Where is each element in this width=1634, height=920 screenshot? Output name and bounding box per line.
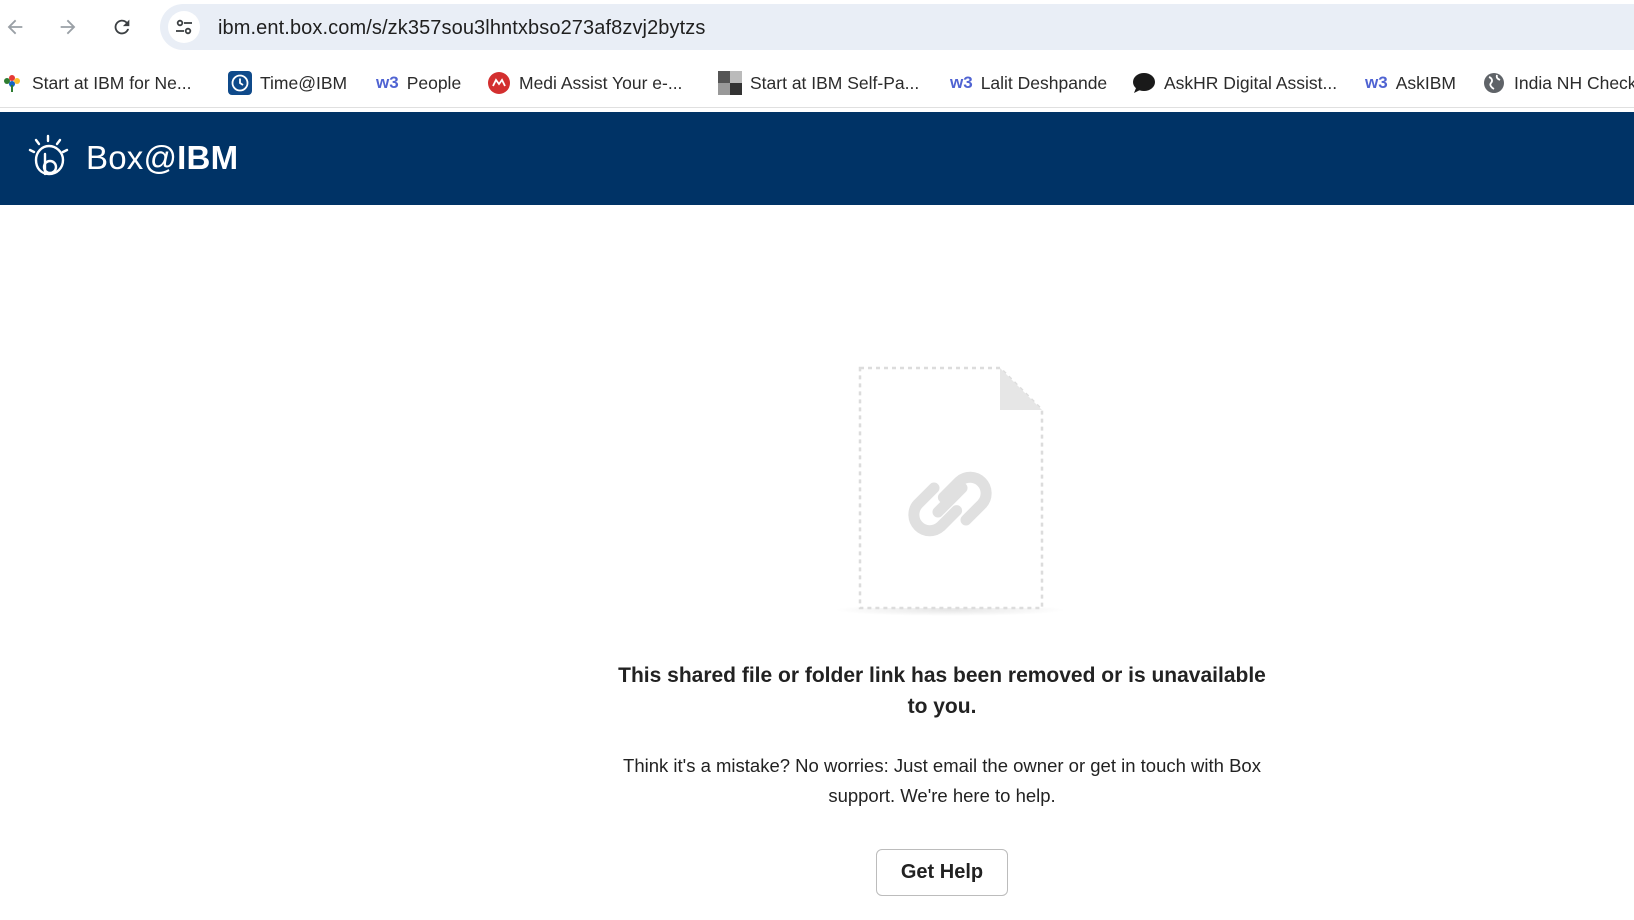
- back-button[interactable]: [0, 9, 33, 45]
- flower-icon: [0, 71, 24, 95]
- w3-icon: w3: [950, 73, 973, 92]
- forward-button[interactable]: [50, 9, 86, 45]
- pixel-grid-icon: [718, 71, 742, 95]
- app-header: Box@IBM: [0, 112, 1634, 205]
- address-bar[interactable]: ibm.ent.box.com/s/zk357sou3lhntxbso273af…: [160, 4, 1634, 50]
- bookmark-label: AskHR Digital Assist...: [1164, 72, 1338, 93]
- bookmark-india-nh-check[interactable]: India NH Check: [1482, 68, 1634, 98]
- bookmark-people[interactable]: w3 People: [376, 68, 461, 98]
- empty-state-description: Think it's a mistake? No worries: Just e…: [623, 755, 1261, 806]
- get-help-button[interactable]: Get Help: [876, 849, 1008, 896]
- medi-assist-icon: [487, 71, 511, 95]
- chat-bubble-icon: [1132, 71, 1156, 95]
- bookmark-label: Medi Assist Your e-...: [519, 72, 683, 93]
- browser-toolbar: ibm.ent.box.com/s/zk357sou3lhntxbso273af…: [0, 0, 1634, 55]
- bookmark-start-at-ibm-self[interactable]: Start at IBM Self-Pa...: [718, 68, 919, 98]
- clock-icon: [228, 71, 252, 95]
- bookmark-label: AskIBM: [1395, 72, 1456, 93]
- w3-icon: w3: [376, 73, 399, 92]
- bookmark-label: India NH Check: [1514, 72, 1634, 93]
- arrow-left-icon: [7, 19, 23, 35]
- bookmark-label: Start at IBM Self-Pa...: [750, 72, 920, 93]
- bookmark-label: Time@IBM: [260, 72, 348, 93]
- bookmark-label: Lalit Deshpande: [980, 72, 1108, 93]
- empty-state: This shared file or folder link has been…: [0, 205, 1634, 920]
- bookmark-label: People: [406, 72, 462, 93]
- bookmark-medi-assist[interactable]: Medi Assist Your e-...: [487, 68, 682, 98]
- reload-button[interactable]: [104, 9, 140, 45]
- bookmark-lalit-deshpande[interactable]: w3 Lalit Deshpande: [950, 68, 1107, 98]
- empty-state-title: This shared file or folder link has been…: [618, 664, 1266, 718]
- bookmark-time-ibm[interactable]: Time@IBM: [228, 68, 347, 98]
- bookmark-askibm[interactable]: w3 AskIBM: [1365, 68, 1456, 98]
- reload-icon: [114, 19, 130, 35]
- w3-icon: w3: [1365, 73, 1388, 92]
- bookmark-askhr[interactable]: AskHR Digital Assist...: [1132, 68, 1337, 98]
- brand-name: Box@IBM: [86, 139, 239, 176]
- arrow-right-icon: [60, 19, 76, 35]
- url-text[interactable]: ibm.ent.box.com/s/zk357sou3lhntxbso273af…: [218, 17, 706, 40]
- tune-icon: [176, 19, 192, 35]
- bookmarks-bar: Start at IBM for Ne... Time@IBM w3 Peopl…: [0, 58, 1634, 108]
- bookmark-start-at-ibm[interactable]: Start at IBM for Ne...: [0, 68, 192, 98]
- bookmark-label: Start at IBM for Ne...: [32, 72, 192, 93]
- box-ibm-logo-icon: [28, 134, 69, 176]
- brand-logo-link[interactable]: Box@IBM: [26, 130, 238, 186]
- broken-link-file-icon: [835, 366, 1065, 616]
- globe-icon: [1482, 71, 1506, 95]
- site-info-button[interactable]: [168, 11, 200, 43]
